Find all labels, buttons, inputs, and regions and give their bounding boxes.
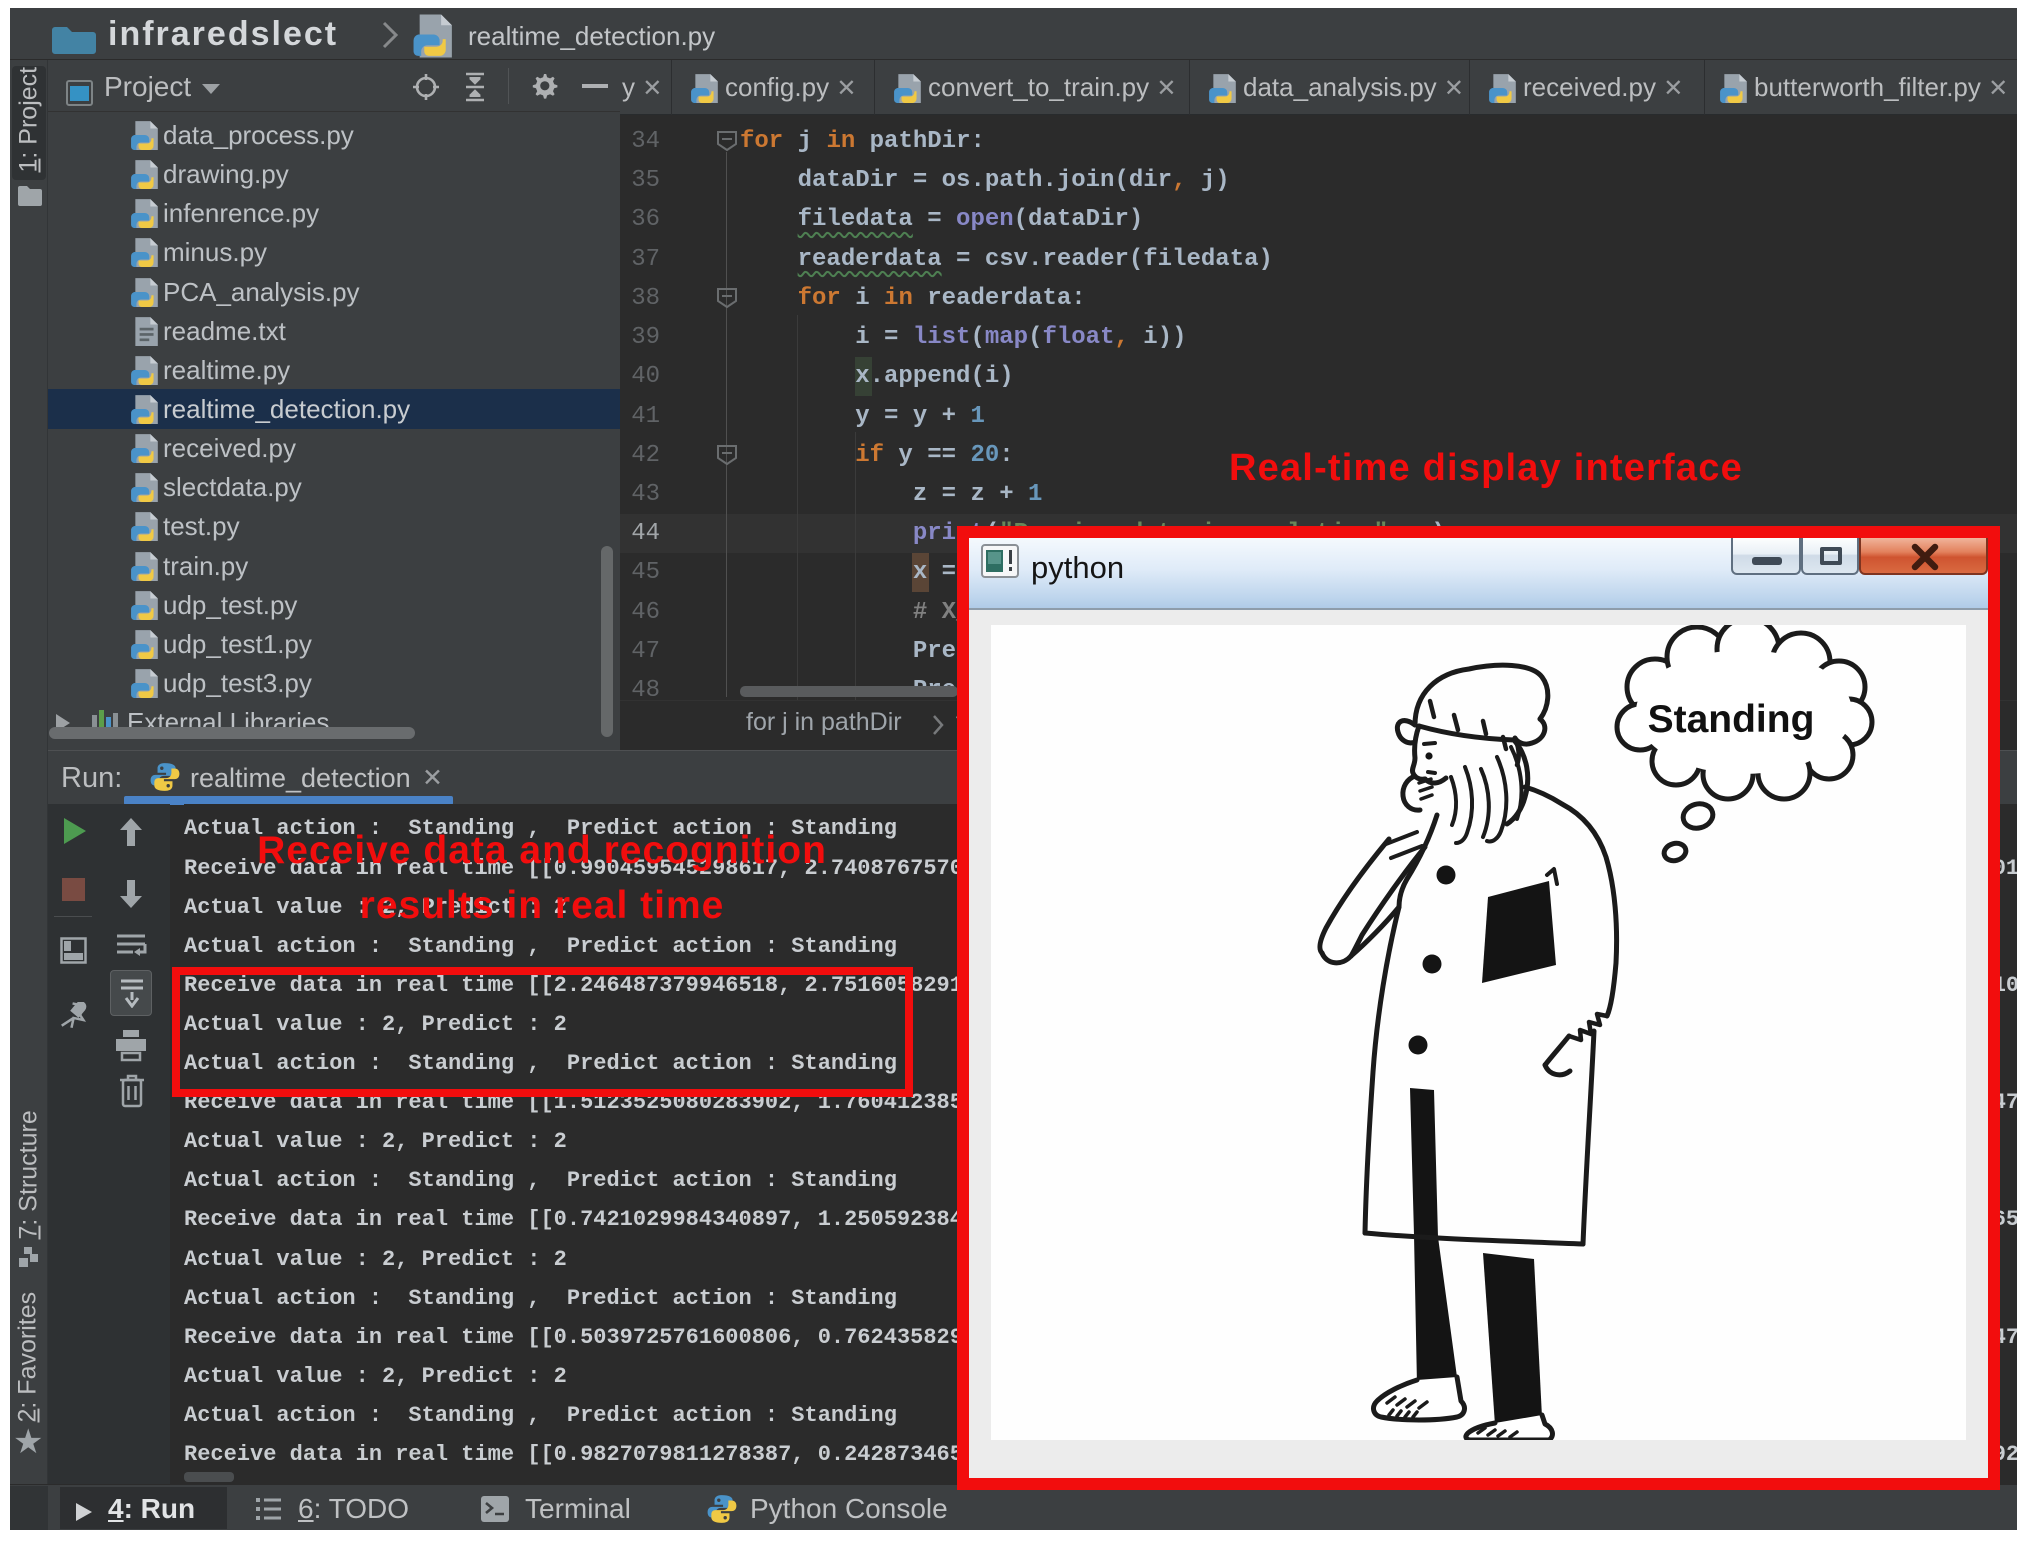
svg-text:Standing: Standing bbox=[1648, 698, 1815, 741]
